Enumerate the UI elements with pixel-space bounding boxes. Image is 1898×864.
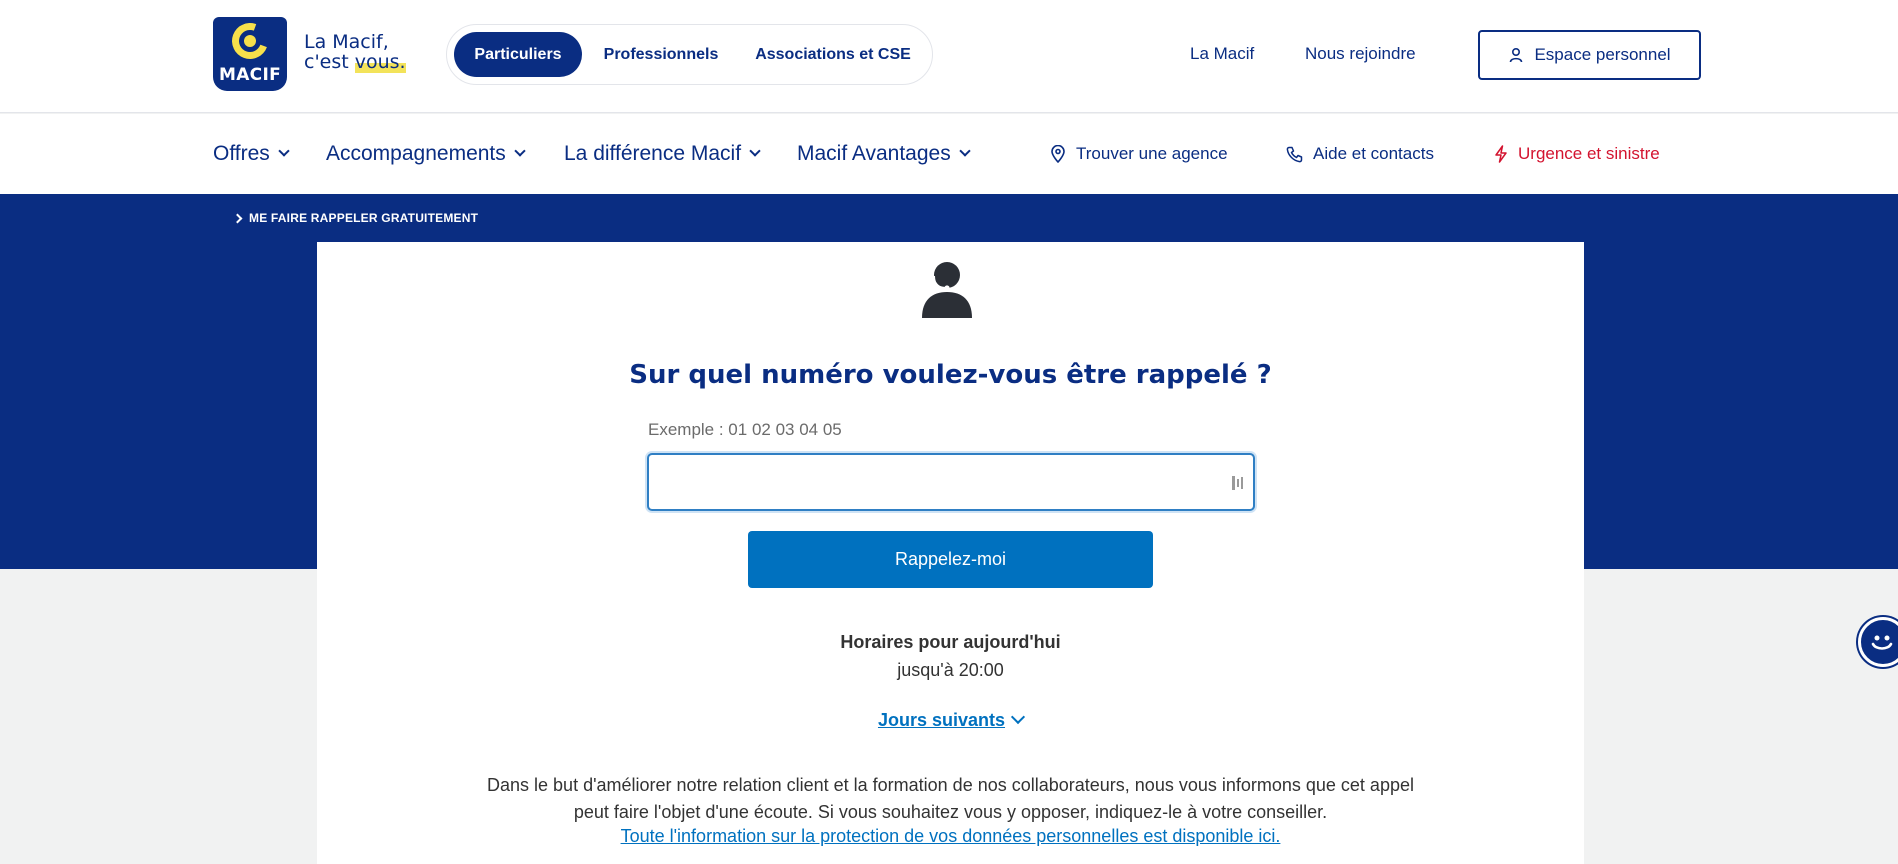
tagline-prefix: c'est xyxy=(304,51,355,73)
jours-suivants-label: Jours suivants xyxy=(877,710,1006,730)
macif-logo[interactable]: MACIF xyxy=(213,17,287,91)
smiley-icon xyxy=(1871,635,1893,650)
logo-text: MACIF xyxy=(219,65,281,85)
lightning-icon xyxy=(1495,145,1507,163)
brand-tagline: La Macif, c'est vous. xyxy=(304,31,406,73)
nav-macif-avantages[interactable]: Macif Avantages xyxy=(797,142,971,166)
espace-personnel-label: Espace personnel xyxy=(1534,45,1671,64)
data-protection-link[interactable]: Toute l'information sur la protection de… xyxy=(317,826,1584,847)
nav-difference-macif[interactable]: La différence Macif xyxy=(564,142,761,166)
urgence-sinistre-label: Urgence et sinistre xyxy=(1518,144,1660,163)
audience-switcher: Particuliers Professionnels Associations… xyxy=(446,24,933,85)
phone-number-input[interactable] xyxy=(647,453,1255,511)
location-pin-icon xyxy=(1051,145,1065,163)
aide-contacts-label: Aide et contacts xyxy=(1313,144,1434,163)
phone-icon xyxy=(1286,146,1303,162)
call-recording-disclaimer: Dans le but d'améliorer notre relation c… xyxy=(437,772,1464,826)
link-urgence-sinistre[interactable]: Urgence et sinistre xyxy=(1494,144,1660,164)
link-trouver-agence[interactable]: Trouver une agence xyxy=(1050,144,1228,164)
user-icon xyxy=(1510,47,1523,63)
chevron-down-icon xyxy=(1010,709,1026,725)
jours-suivants-link[interactable]: Jours suivants xyxy=(317,709,1584,731)
chevron-down-icon xyxy=(514,145,526,157)
callback-card: Sur quel numéro voulez-vous être rappelé… xyxy=(317,242,1584,864)
chat-assistant-icon[interactable] xyxy=(1858,617,1898,667)
link-nous-rejoindre[interactable]: Nous rejoindre xyxy=(1305,44,1416,64)
tagline-line-2: c'est vous. xyxy=(304,51,406,73)
chevron-down-icon xyxy=(278,145,290,157)
nav-difference-macif-label: La différence Macif xyxy=(564,142,742,165)
disclaimer-line-2: peut faire l'objet d'une écoute. Si vous… xyxy=(573,802,1328,822)
disclaimer-line-1: Dans le but d'améliorer notre relation c… xyxy=(487,775,1414,795)
breadcrumb-label: ME FAIRE RAPPELER GRATUITEMENT xyxy=(249,211,479,225)
nav-offres-label: Offres xyxy=(213,142,270,165)
trouver-agence-label: Trouver une agence xyxy=(1076,144,1228,163)
chevron-down-icon xyxy=(749,145,761,157)
tab-associations-cse[interactable]: Associations et CSE xyxy=(743,32,923,77)
tagline-line-1: La Macif, xyxy=(304,31,389,53)
rappelez-moi-button[interactable]: Rappelez-moi xyxy=(748,531,1153,588)
hours-value: jusqu'à 20:00 xyxy=(897,660,1004,680)
espace-personnel-button[interactable]: Espace personnel xyxy=(1478,30,1701,80)
tab-particuliers[interactable]: Particuliers xyxy=(454,32,582,77)
nav-offres[interactable]: Offres xyxy=(213,142,290,166)
nav-accompagnements-label: Accompagnements xyxy=(326,142,506,165)
password-manager-icon[interactable] xyxy=(1231,474,1245,492)
link-aide-contacts[interactable]: Aide et contacts xyxy=(1286,144,1434,164)
top-header: MACIF La Macif, c'est vous. Particuliers… xyxy=(0,0,1898,113)
call-agent-icon xyxy=(922,262,972,318)
nav-macif-avantages-label: Macif Avantages xyxy=(797,142,951,165)
chevron-down-icon xyxy=(959,145,971,157)
breadcrumb[interactable]: ME FAIRE RAPPELER GRATUITEMENT xyxy=(232,211,479,225)
callback-question: Sur quel numéro voulez-vous être rappelé… xyxy=(629,360,1272,390)
nav-accompagnements[interactable]: Accompagnements xyxy=(326,142,526,166)
chevron-right-icon xyxy=(232,213,243,223)
hours-title: Horaires pour aujourd'hui xyxy=(840,632,1061,652)
link-la-macif[interactable]: La Macif xyxy=(1190,44,1254,64)
logo-dot-icon xyxy=(244,35,256,47)
phone-example-label: Exemple : 01 02 03 04 05 xyxy=(648,420,842,439)
tab-professionnels[interactable]: Professionnels xyxy=(587,32,735,77)
tagline-highlight: vous. xyxy=(354,51,406,73)
